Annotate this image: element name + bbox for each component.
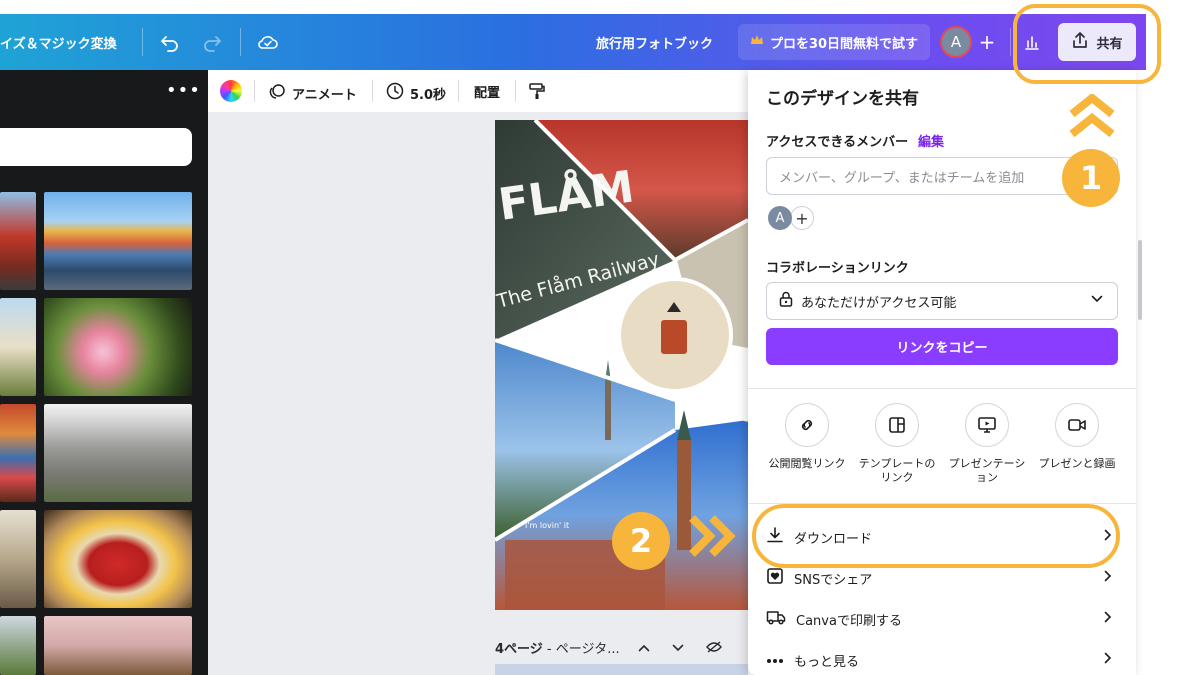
page-title-input[interactable]: ページタ... (556, 642, 620, 657)
redo-icon[interactable] (198, 28, 226, 56)
clock-icon (386, 82, 404, 104)
annotation-highlight-download (752, 504, 1120, 568)
annotation-highlight-share (1013, 4, 1161, 84)
more-icon (766, 653, 784, 668)
member-avatar[interactable]: A (768, 206, 792, 230)
public-view-link-option[interactable]: 公開閲覧リンク (762, 403, 852, 471)
next-page-preview[interactable] (495, 664, 748, 675)
lock-icon (779, 291, 793, 311)
share-panel-scrollbar[interactable] (1138, 240, 1142, 320)
topbar-divider (240, 28, 241, 56)
add-member-button[interactable]: + (790, 206, 814, 230)
undo-icon[interactable] (156, 28, 184, 56)
toolbar-divider (372, 80, 373, 102)
user-avatar[interactable]: A (940, 26, 972, 58)
canvas-toolbar: アニメート 5.0秒 配置 (208, 70, 748, 112)
photo-thumbnail[interactable] (44, 404, 192, 502)
option-label: テンプレートのリンク (858, 457, 936, 484)
print-label: Canvaで印刷する (796, 613, 902, 629)
try-pro-label: プロを30日間無料で試す (769, 36, 919, 52)
page-up-icon[interactable] (638, 642, 654, 657)
try-pro-button[interactable]: プロを30日間無料で試す (738, 24, 930, 60)
share-panel-title: このデザインを共有 (766, 89, 919, 109)
add-collaborator-button[interactable]: + (976, 28, 998, 56)
sign-text-lovin: I'm lovin' it (525, 521, 569, 530)
link-access-select[interactable]: あなただけがアクセス可能 (766, 282, 1118, 320)
see-more-row[interactable]: もっと見る (766, 640, 1118, 675)
annotation-step-1: 1 (1062, 149, 1120, 207)
see-more-label: もっと見る (794, 654, 860, 670)
resize-magic-button[interactable]: イズ＆マジック変換 (0, 33, 117, 52)
photo-thumbnail[interactable] (0, 510, 36, 608)
annotation-step-2: 2 (612, 512, 670, 570)
link-access-value: あなただけがアクセス可能 (801, 295, 957, 311)
present-record-option[interactable]: プレゼンと録画 (1032, 403, 1122, 471)
print-row[interactable]: Canvaで印刷する (766, 599, 1118, 639)
crown-icon (750, 34, 764, 50)
collaboration-link-label: コラボレーションリンク (766, 261, 909, 276)
photo-thumbnail[interactable] (0, 616, 36, 675)
canvas-area: アニメート 5.0秒 配置 FLÅM The Flåm Railway I'm … (208, 70, 748, 675)
divider (748, 388, 1136, 389)
animate-icon (268, 82, 286, 104)
chevron-right-icon (1104, 611, 1112, 627)
access-members-label: アクセスできるメンバー (766, 135, 909, 150)
template-icon (875, 403, 919, 447)
animate-button[interactable]: アニメート (268, 82, 357, 104)
copy-link-button[interactable]: リンクをコピー (766, 328, 1118, 365)
page-separator: - (542, 642, 556, 657)
duration-label: 5.0秒 (410, 87, 447, 103)
topbar-divider (1010, 28, 1011, 56)
double-chevron-right-icon (686, 514, 738, 562)
topbar-divider (142, 28, 143, 56)
chevron-right-icon (1104, 570, 1112, 586)
left-side-panel: ••• (0, 70, 208, 675)
app-root: イズ＆マジック変換 旅行用フォトブック プロを30日間無料で試す A + 共有 … (0, 0, 1200, 675)
presentation-option[interactable]: プレゼンテーション (942, 403, 1032, 485)
hide-page-icon[interactable] (706, 641, 723, 657)
color-picker-icon[interactable] (220, 80, 242, 102)
chevron-right-icon (1104, 652, 1112, 668)
paint-roller-icon[interactable] (528, 82, 546, 100)
toolbar-divider (515, 80, 516, 102)
photo-thumbnail[interactable] (44, 192, 192, 290)
photo-thumbnail[interactable] (0, 298, 36, 396)
photo-thumbnail[interactable] (44, 510, 192, 608)
double-chevron-up-icon (1066, 92, 1118, 142)
template-link-option[interactable]: テンプレートのリンク (852, 403, 942, 485)
photo-thumbnail[interactable] (44, 616, 192, 675)
option-label: 公開閲覧リンク (768, 457, 846, 470)
toolbar-divider (458, 80, 459, 102)
edit-access-link[interactable]: 編集 (918, 131, 944, 150)
photo-thumbnail[interactable] (0, 404, 36, 502)
cloud-saved-icon[interactable] (254, 28, 282, 56)
page-status-bar: 4ページ - ページタ... (495, 638, 723, 657)
page-down-icon[interactable] (672, 642, 688, 657)
duration-button[interactable]: 5.0秒 (386, 82, 446, 104)
more-options-icon[interactable]: ••• (166, 80, 201, 101)
page-number-label: 4ページ (495, 642, 543, 657)
option-label: プレゼンテーション (948, 457, 1026, 484)
photo-thumbnail[interactable] (44, 298, 192, 396)
heart-icon (766, 567, 784, 589)
sns-share-label: SNSでシェア (794, 572, 873, 588)
chevron-down-icon (1091, 293, 1103, 308)
link-icon (785, 403, 829, 447)
toolbar-divider (254, 80, 255, 102)
animate-label: アニメート (292, 87, 357, 103)
position-button[interactable]: 配置 (474, 82, 500, 101)
photo-thumbnail[interactable] (0, 192, 36, 290)
position-label: 配置 (474, 86, 501, 101)
photo-search-input[interactable] (0, 128, 192, 166)
truck-icon (766, 608, 786, 630)
top-bar: イズ＆マジック変換 旅行用フォトブック プロを30日間無料で試す A + 共有 (0, 14, 1146, 70)
document-title[interactable]: 旅行用フォトブック (596, 33, 713, 52)
record-icon (1055, 403, 1099, 447)
presentation-icon (965, 403, 1009, 447)
option-label: プレゼンと録画 (1038, 457, 1116, 470)
